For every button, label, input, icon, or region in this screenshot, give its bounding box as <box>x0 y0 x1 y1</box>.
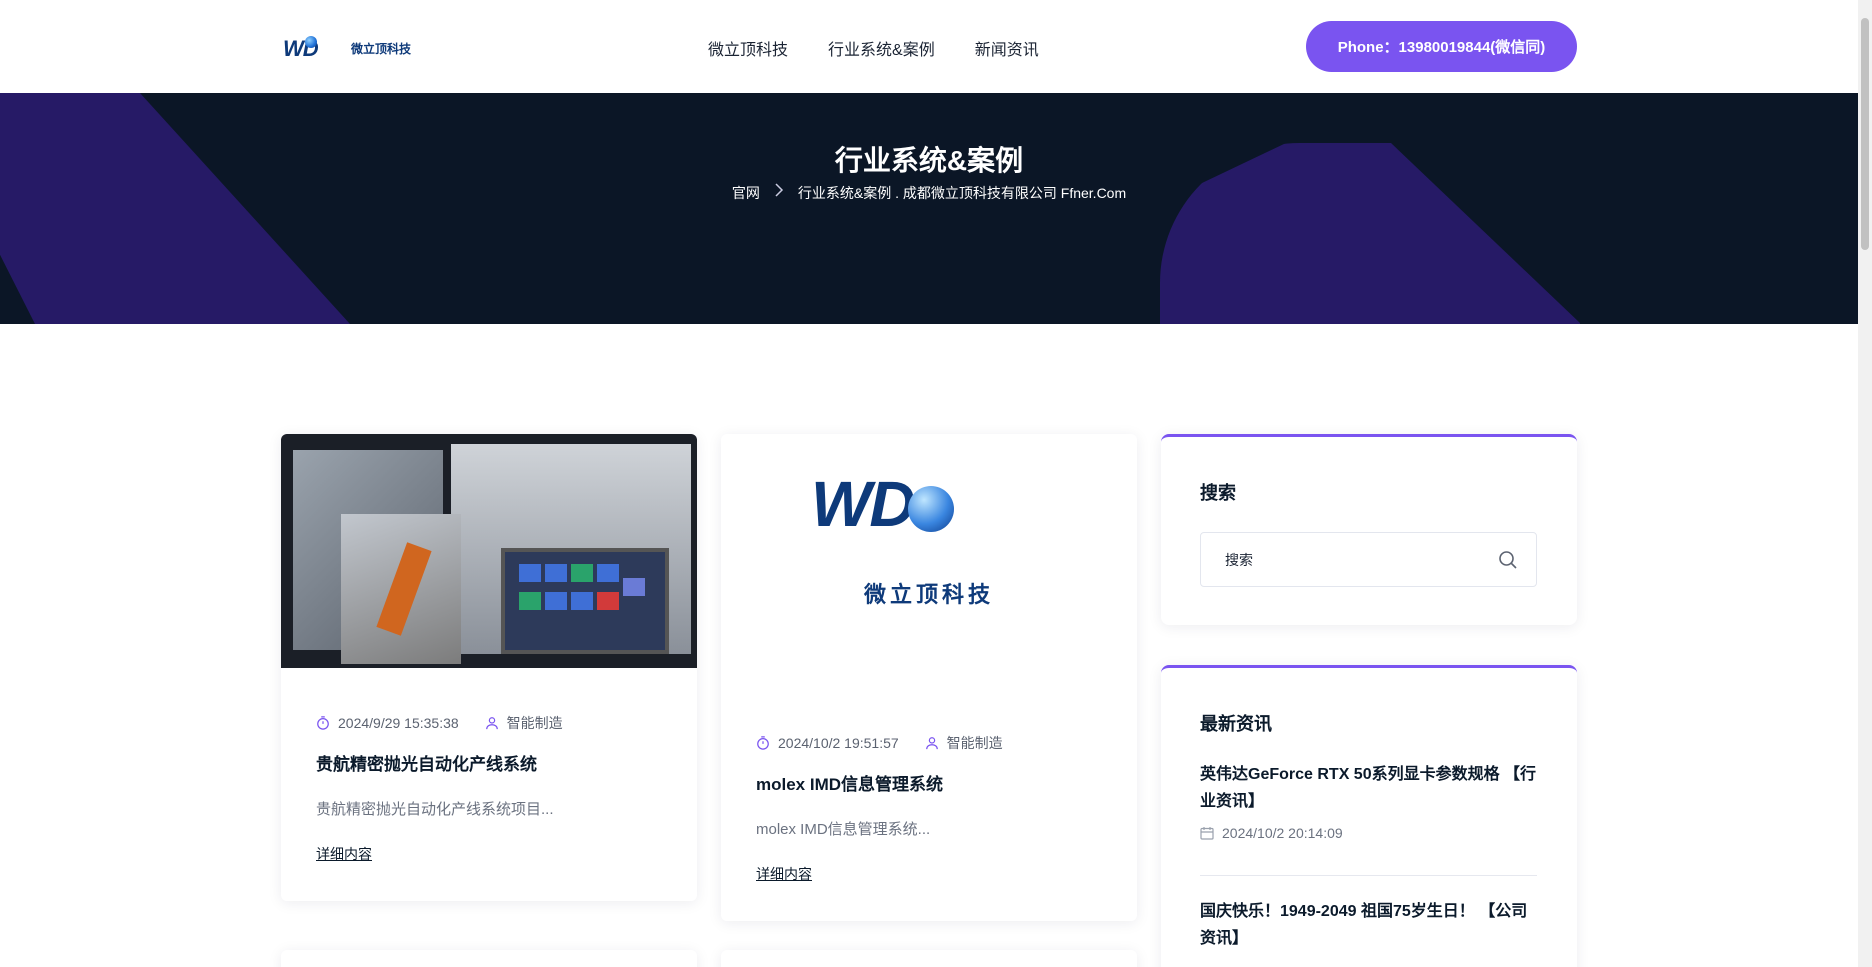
main-nav: 微立顶科技 行业系统&案例 新闻资讯 <box>708 36 1039 60</box>
stopwatch-icon <box>757 736 769 750</box>
page: WD 微立顶科技 微立顶科技 行业系统&案例 新闻资讯 Phone：139800… <box>0 0 1872 967</box>
news-item-title[interactable]: 英伟达GeForce RTX 50系列显卡参数规格 【行业资讯】 <box>1200 761 1537 815</box>
divider <box>1200 875 1537 876</box>
breadcrumb-home[interactable]: 官网 <box>732 183 760 203</box>
thumbnail-logo-letters: WD <box>811 468 916 540</box>
nav-item-news[interactable]: 新闻资讯 <box>975 36 1039 60</box>
search-input[interactable] <box>1201 533 1491 586</box>
page-banner: 行业系统&案例 官网 行业系统&案例 . 成都微立顶科技有限公司 Ffner.C… <box>0 93 1858 324</box>
phone-button[interactable]: Phone：13980019844(微信同) <box>1306 21 1577 72</box>
nav-item-home[interactable]: 微立顶科技 <box>708 36 788 60</box>
post-thumbnail[interactable] <box>281 434 697 668</box>
post-card-next <box>281 950 697 967</box>
sidebar-news-widget: 最新资讯 英伟达GeForce RTX 50系列显卡参数规格 【行业资讯】 20… <box>1161 665 1577 967</box>
nav-item-cases[interactable]: 行业系统&案例 <box>828 36 935 60</box>
logo-globe-icon <box>305 36 317 48</box>
site-header: WD 微立顶科技 微立顶科技 行业系统&案例 新闻资讯 Phone：139800… <box>0 0 1858 93</box>
logo-text: 微立顶科技 <box>351 42 412 56</box>
post-meta: 2024/10/2 19:51:57 智能制造 <box>756 733 1003 753</box>
news-item-date: 2024/10/2 20:14:09 <box>1222 825 1343 841</box>
post-card: WD 微立顶科技 2024/10/2 19:51:57 智能制造 molex I… <box>721 434 1137 921</box>
sidebar-search-widget: 搜索 <box>1161 434 1577 625</box>
search-box <box>1200 532 1537 587</box>
news-item: 英伟达GeForce RTX 50系列显卡参数规格 【行业资讯】 2024/10… <box>1200 761 1537 841</box>
post-thumbnail[interactable]: WD 微立顶科技 <box>721 434 1137 668</box>
post-card: 2024/9/29 15:35:38 智能制造 贵航精密抛光自动化产线系统 贵航… <box>281 434 697 901</box>
news-item-title[interactable]: 国庆快乐！1949-2049 祖国75岁生日！ 【公司资讯】 <box>1200 898 1537 952</box>
post-category[interactable]: 智能制造 <box>947 733 1003 753</box>
logo-mark: WD <box>283 36 345 62</box>
search-widget-title: 搜索 <box>1200 483 1236 503</box>
logo-globe-icon <box>908 486 954 532</box>
post-card-next <box>721 950 1137 967</box>
post-category[interactable]: 智能制造 <box>507 713 563 733</box>
post-title[interactable]: 贵航精密抛光自动化产线系统 <box>316 750 537 775</box>
breadcrumb-current: 行业系统&案例 . 成都微立顶科技有限公司 Ffner.Com <box>797 185 1127 201</box>
thumbnail-logo-text: 微立顶科技 <box>863 582 994 608</box>
user-icon <box>485 717 498 730</box>
banner-decoration-left <box>0 93 350 324</box>
page-scrollbar[interactable] <box>1858 0 1872 967</box>
stopwatch-icon <box>317 716 329 730</box>
page-title: 行业系统&案例 <box>834 145 1024 176</box>
post-excerpt: 贵航精密抛光自动化产线系统项目... <box>316 801 554 818</box>
post-title[interactable]: molex IMD信息管理系统 <box>756 770 943 795</box>
user-icon <box>925 737 938 750</box>
calendar-icon <box>1200 827 1214 840</box>
site-logo[interactable]: WD 微立顶科技 <box>283 34 413 64</box>
news-widget-title: 最新资讯 <box>1200 714 1272 734</box>
chevron-right-icon <box>774 183 784 203</box>
post-date: 2024/10/2 19:51:57 <box>778 735 899 751</box>
breadcrumb: 官网 行业系统&案例 . 成都微立顶科技有限公司 Ffner.Com <box>0 183 1858 203</box>
post-date: 2024/9/29 15:35:38 <box>338 715 459 731</box>
news-item: 国庆快乐！1949-2049 祖国75岁生日！ 【公司资讯】 <box>1200 898 1537 952</box>
read-more-link[interactable]: 详细内容 <box>316 844 372 864</box>
read-more-link[interactable]: 详细内容 <box>756 864 812 884</box>
post-meta: 2024/9/29 15:35:38 智能制造 <box>316 713 563 733</box>
scrollbar-thumb[interactable] <box>1861 18 1869 250</box>
post-excerpt: molex IMD信息管理系统... <box>756 821 931 838</box>
search-icon[interactable] <box>1498 550 1518 570</box>
